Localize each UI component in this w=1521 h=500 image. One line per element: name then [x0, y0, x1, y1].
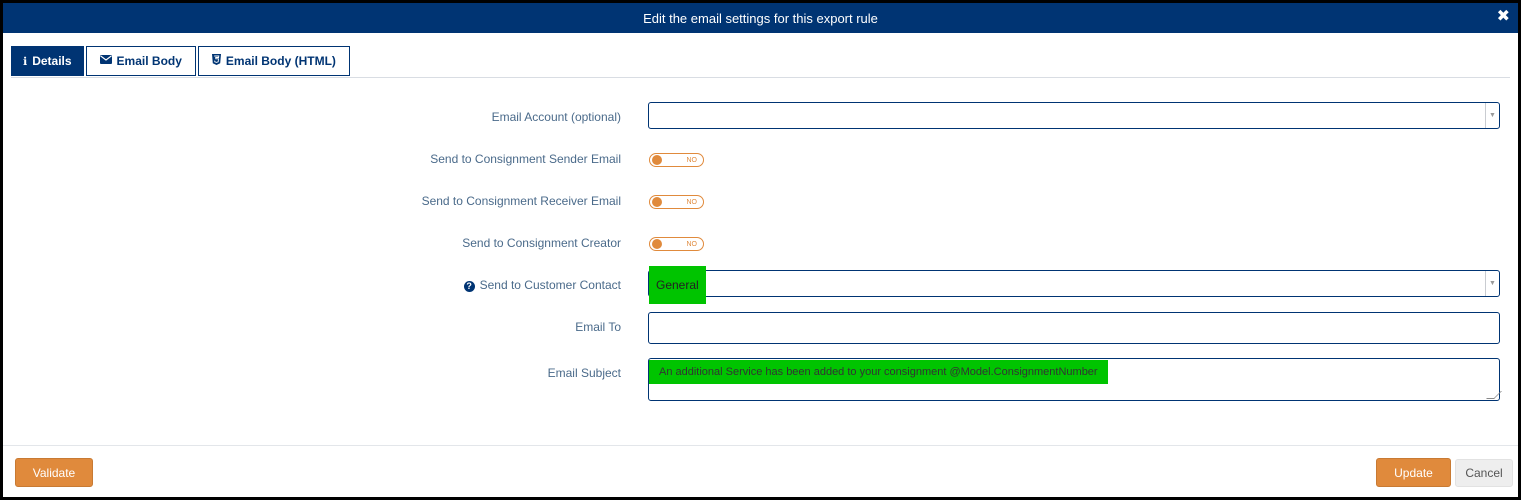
tab-label: Email Body (HTML): [225, 54, 336, 68]
sender-email-toggle[interactable]: NO: [649, 153, 704, 167]
update-button[interactable]: Update: [1376, 458, 1451, 487]
question-circle-icon[interactable]: ?: [463, 281, 475, 292]
email-subject-label: Email Subject: [547, 366, 621, 380]
receiver-email-toggle[interactable]: NO: [649, 195, 704, 209]
chevron-down-icon[interactable]: ▼: [1485, 271, 1499, 296]
toggle-knob: [652, 155, 662, 165]
email-subject-textarea[interactable]: An additional Service has been added to …: [648, 358, 1502, 401]
toggle-state: NO: [686, 157, 698, 164]
tab-details[interactable]: ℹ Details: [11, 46, 84, 76]
email-account-select[interactable]: ▼: [648, 102, 1500, 129]
validate-button[interactable]: Validate: [15, 458, 93, 487]
sender-email-label: Send to Consignment Sender Email: [430, 152, 621, 166]
toggle-state: NO: [686, 199, 698, 206]
close-icon[interactable]: ✖: [1497, 8, 1510, 26]
footer-divider: [3, 445, 1518, 446]
toggle-state: NO: [686, 241, 698, 248]
customer-contact-label-row: ? Send to Customer Contact: [463, 278, 621, 292]
envelope-icon: [99, 55, 112, 67]
chevron-down-icon[interactable]: ▼: [1485, 103, 1499, 128]
resize-grip-icon[interactable]: [1486, 391, 1502, 399]
tab-divider: [11, 77, 1510, 78]
email-to-label: Email To: [575, 320, 621, 334]
customer-contact-select[interactable]: General ▼: [648, 266, 1500, 304]
receiver-email-label: Send to Consignment Receiver Email: [421, 194, 621, 208]
email-account-label: Email Account (optional): [491, 110, 621, 124]
creator-label: Send to Consignment Creator: [462, 236, 621, 250]
dialog-title: Edit the email settings for this export …: [643, 10, 878, 26]
toggle-knob: [652, 197, 662, 207]
creator-toggle[interactable]: NO: [649, 237, 704, 251]
info-icon: ℹ: [23, 55, 28, 68]
toggle-knob: [652, 239, 662, 249]
cancel-button[interactable]: Cancel: [1455, 459, 1513, 487]
email-settings-dialog: Edit the email settings for this export …: [0, 0, 1521, 500]
customer-contact-value: General: [649, 266, 706, 304]
dialog-titlebar: Edit the email settings for this export …: [3, 3, 1518, 33]
tab-email-body[interactable]: Email Body: [85, 46, 196, 76]
tab-label: Details: [32, 54, 72, 68]
tab-bar: ℹ Details Email Body Email Body (HTML): [11, 46, 352, 78]
tab-email-body-html[interactable]: Email Body (HTML): [197, 46, 350, 76]
email-to-input[interactable]: [648, 312, 1500, 344]
customer-contact-label: Send to Customer Contact: [479, 278, 621, 292]
tab-label: Email Body: [116, 54, 182, 68]
email-subject-value: An additional Service has been added to …: [649, 360, 1108, 384]
html5-icon: [211, 54, 221, 68]
